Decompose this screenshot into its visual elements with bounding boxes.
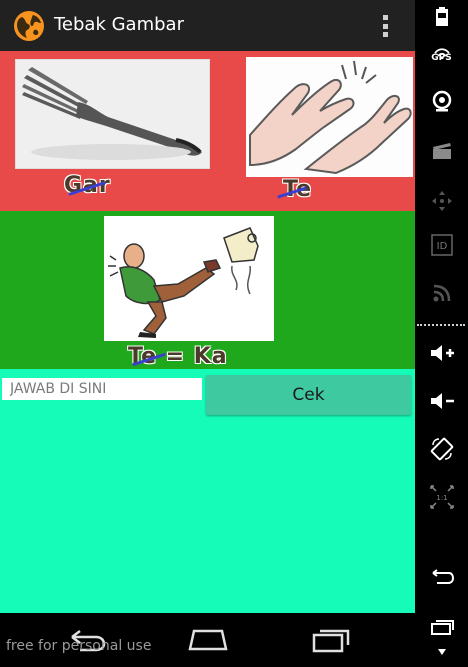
clapping-hands-photo <box>246 57 413 177</box>
puzzle-panel-top: Gar Te <box>0 51 415 211</box>
check-button[interactable]: Cek <box>206 375 411 415</box>
clue-text-3: Te = Ka <box>128 344 228 369</box>
app-title: Tebak Gambar <box>54 14 184 35</box>
overflow-menu-icon[interactable] <box>378 13 392 39</box>
emulator-side-panel: GPS ID 1:1 <box>415 0 468 667</box>
menu-dot <box>382 23 388 29</box>
more-icon[interactable] <box>425 640 459 664</box>
clue-text-3-label: Te = Ka <box>128 344 228 369</box>
battery-icon[interactable] <box>425 0 459 34</box>
fork-icon <box>16 60 209 168</box>
scale-icon[interactable]: 1:1 <box>425 480 459 514</box>
clapperboard-icon[interactable] <box>425 134 459 168</box>
rss-icon[interactable] <box>425 276 459 310</box>
back-icon[interactable] <box>425 560 459 594</box>
clue-text-2: Te <box>277 177 312 202</box>
side-divider <box>417 324 465 326</box>
answer-area: Cek <box>0 369 415 613</box>
action-bar: Tebak Gambar <box>0 0 415 51</box>
svg-text:ID: ID <box>437 241 448 252</box>
gps-label: GPS <box>431 53 452 63</box>
menu-dot <box>382 32 388 37</box>
recents-icon[interactable] <box>306 625 354 655</box>
puzzle-panel-middle: Te = Ka <box>0 211 415 369</box>
menu-dot <box>382 15 388 20</box>
recents-icon[interactable] <box>425 610 459 644</box>
volume-down-icon[interactable] <box>425 384 459 418</box>
fork-photo <box>15 59 210 169</box>
volume-up-icon[interactable] <box>425 336 459 370</box>
answer-input[interactable] <box>2 378 202 400</box>
rotate-icon[interactable] <box>425 432 459 466</box>
svg-text:1:1: 1:1 <box>436 494 447 502</box>
kick-cartoon-icon <box>104 216 274 341</box>
camera-icon[interactable] <box>425 84 459 118</box>
globe-icon <box>14 11 44 41</box>
home-icon[interactable] <box>184 625 232 655</box>
id-icon[interactable]: ID <box>425 228 459 262</box>
clue-text-1: Gar <box>64 173 111 198</box>
kick-cartoon-photo <box>104 216 274 341</box>
dpad-icon[interactable] <box>425 184 459 218</box>
watermark-text: free for personal use <box>6 638 152 654</box>
device-screen: Tebak Gambar Te Te = Ka JAWAB DI SINI Ce… <box>0 0 415 667</box>
clapping-hands-icon <box>246 57 413 177</box>
